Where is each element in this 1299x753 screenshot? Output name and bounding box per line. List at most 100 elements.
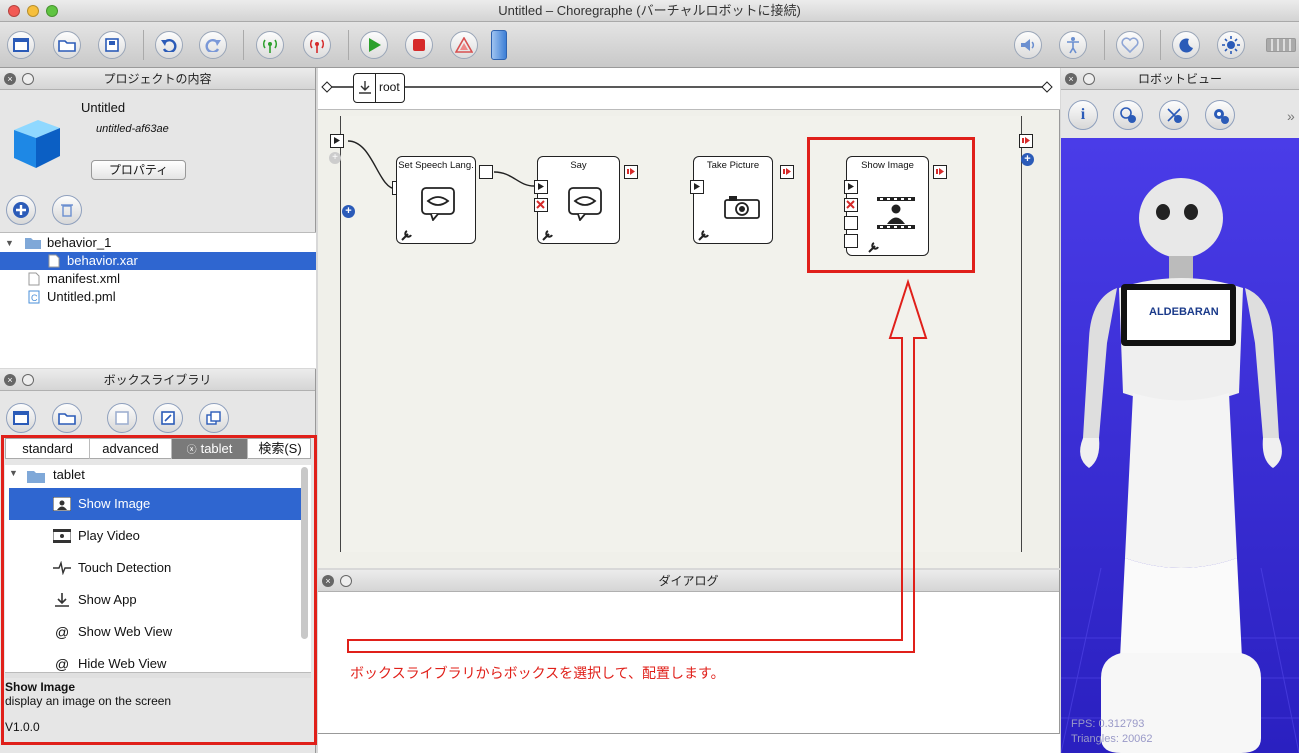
speech-lang-output-port[interactable] <box>479 165 493 179</box>
volume-bar[interactable] <box>491 30 507 60</box>
svg-text:C: C <box>31 293 38 303</box>
say-input-port[interactable] <box>534 180 548 194</box>
redo-button[interactable] <box>199 31 227 59</box>
tree-item-behavior-folder[interactable]: ▼ behavior_1 <box>0 234 316 252</box>
antenna-connect-icon <box>262 39 278 53</box>
sun-icon <box>1222 36 1240 54</box>
expand-arrow-icon[interactable]: ▼ <box>5 234 14 252</box>
posture-button[interactable] <box>1059 31 1087 59</box>
more-chevron-icon[interactable]: » <box>1287 108 1295 124</box>
library-open-button[interactable] <box>52 403 82 433</box>
stop-button[interactable] <box>405 31 433 59</box>
speech-bubble-icon <box>568 187 602 221</box>
main-input-port[interactable] <box>330 134 344 148</box>
annotation-text: ボックスライブラリからボックスを選択して、配置します。 <box>350 665 725 681</box>
fps-readout: FPS: 0.312793 <box>1071 718 1145 730</box>
tree-item-behavior-xar[interactable]: behavior.xar <box>0 252 316 270</box>
add-input-plus-icon[interactable]: + <box>342 205 355 218</box>
window-icon <box>13 411 29 425</box>
undo-icon <box>161 39 177 52</box>
wrench-icon <box>542 230 553 241</box>
delete-file-button[interactable] <box>52 195 82 225</box>
dialog-input[interactable] <box>318 733 1060 753</box>
robot-3d-view[interactable]: ALDEBARAN FPS: 0.312793 Triangles: 20062 <box>1061 138 1299 753</box>
tree-item-pml[interactable]: C Untitled.pml <box>0 288 316 306</box>
disconnect-button[interactable] <box>303 31 331 59</box>
wake-button[interactable] <box>1217 31 1245 59</box>
add-file-button[interactable] <box>6 195 36 225</box>
robot-tablet-logo: ALDEBARAN <box>1149 306 1219 318</box>
say-output-port[interactable] <box>624 165 638 179</box>
add-output-plus-icon[interactable]: + <box>1021 153 1034 166</box>
robot-model <box>1061 178 1299 753</box>
window-icon <box>13 38 29 52</box>
robot-view-panel: ロボットビュー × i » ALDEBARAN FPS: 0.312793 Tr… <box>1061 68 1299 753</box>
robot-info-button[interactable]: i <box>1068 100 1098 130</box>
robot-view-icon <box>1120 107 1136 123</box>
main-toolbar <box>0 22 1299 68</box>
minimize-window-button[interactable] <box>27 5 39 17</box>
robot-view-header: ロボットビュー <box>1061 68 1299 90</box>
main-output-port[interactable] <box>1019 134 1033 148</box>
tree-item-manifest[interactable]: manifest.xml <box>0 270 316 288</box>
project-panel-close-icon[interactable]: × <box>4 73 16 85</box>
speech-bubble-icon <box>421 187 455 221</box>
library-new-button[interactable] <box>6 403 36 433</box>
save-project-button[interactable] <box>98 31 126 59</box>
box-say[interactable]: Say <box>537 156 620 244</box>
take-picture-output-port[interactable] <box>780 165 794 179</box>
moon-icon <box>1179 38 1193 53</box>
life-button[interactable] <box>1116 31 1144 59</box>
robot-3d-button[interactable] <box>1113 100 1143 130</box>
project-panel: プロジェクトの内容 × Untitled untitled-af63ae プロパ… <box>0 68 316 368</box>
box-set-speech-lang[interactable]: Set Speech Lang. <box>396 156 476 244</box>
disk-icon <box>105 38 119 52</box>
close-window-button[interactable] <box>8 5 20 17</box>
file-icon <box>28 272 40 286</box>
box-library-close-icon[interactable]: × <box>4 374 16 386</box>
triangles-readout: Triangles: 20062 <box>1071 733 1153 745</box>
dialog-panel-close-icon[interactable]: × <box>322 575 334 587</box>
debug-button[interactable] <box>450 31 478 59</box>
play-button[interactable] <box>360 31 388 59</box>
zoom-window-button[interactable] <box>46 5 58 17</box>
gear-icon <box>1214 109 1229 124</box>
take-picture-input-port[interactable] <box>690 180 704 194</box>
redo-icon <box>205 39 221 52</box>
robot-settings-button[interactable] <box>1205 100 1235 130</box>
folder-icon <box>58 413 76 425</box>
new-project-button[interactable] <box>7 31 35 59</box>
volume-button[interactable] <box>1014 31 1042 59</box>
battery-icon <box>1266 38 1296 52</box>
box-take-picture[interactable]: Take Picture <box>693 156 773 244</box>
plus-icon <box>13 202 29 218</box>
project-panel-float-icon[interactable] <box>22 73 34 85</box>
say-stop-port[interactable] <box>534 198 548 212</box>
library-export-button[interactable] <box>153 403 183 433</box>
connect-button[interactable] <box>256 31 284 59</box>
person-icon <box>1067 37 1079 54</box>
show-image-highlight-frame <box>807 137 975 273</box>
add-input-icon[interactable]: + <box>329 152 341 164</box>
info-icon: i <box>1080 106 1086 123</box>
robot-joints-button[interactable] <box>1159 100 1189 130</box>
robot-view-close-icon[interactable]: × <box>1065 73 1077 85</box>
box-library-float-icon[interactable] <box>22 374 34 386</box>
undo-button[interactable] <box>155 31 183 59</box>
project-id: untitled-af63ae <box>96 123 169 135</box>
title-bar: Untitled – Choregraphe (バーチャルロボットに接続) <box>0 0 1299 22</box>
properties-button[interactable]: プロパティ <box>91 160 186 180</box>
wrench-icon <box>401 230 412 241</box>
rest-button[interactable] <box>1172 31 1200 59</box>
antenna-disconnect-icon <box>309 39 325 53</box>
open-project-button[interactable] <box>53 31 81 59</box>
annotation-arrow <box>347 278 928 653</box>
stop-icon <box>413 39 425 51</box>
project-cube-icon <box>14 120 60 168</box>
folder-icon <box>25 238 41 249</box>
joints-icon <box>1167 108 1182 123</box>
library-save-button[interactable] <box>107 403 137 433</box>
warning-triangle-icon <box>455 37 473 53</box>
library-duplicate-button[interactable] <box>199 403 229 433</box>
robot-view-float-icon[interactable] <box>1083 73 1095 85</box>
